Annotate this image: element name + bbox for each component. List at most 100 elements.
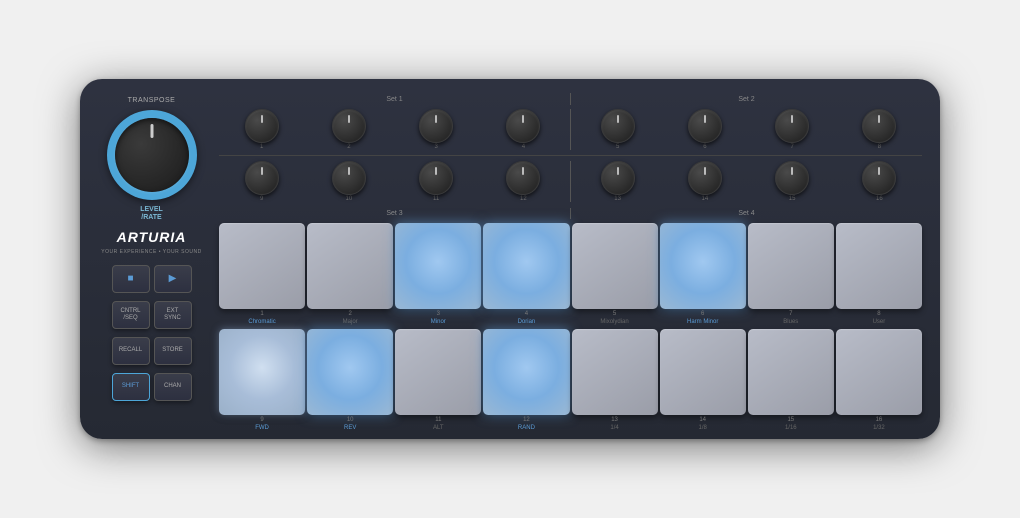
knob-item-14: 14 (662, 161, 747, 202)
knob-12[interactable] (506, 161, 540, 195)
pad-4[interactable] (483, 223, 569, 309)
play-button[interactable]: ▶ (154, 265, 192, 293)
knob-num-15: 15 (789, 196, 796, 202)
knob-3[interactable] (419, 109, 453, 143)
pad-10[interactable] (307, 329, 393, 415)
pad-label-blues: Blues (783, 319, 798, 325)
knob-num-9: 9 (260, 196, 263, 202)
pad-2[interactable] (307, 223, 393, 309)
knob-section-divider (219, 155, 922, 156)
pad-3[interactable] (395, 223, 481, 309)
pad-item-5: 5 Mixolydian (572, 223, 658, 325)
pad-5[interactable] (572, 223, 658, 309)
knob-row1-divider (570, 109, 571, 150)
knob-item-2: 2 (306, 109, 391, 150)
knob-15[interactable] (775, 161, 809, 195)
pad-label-dorian: Dorian (518, 319, 536, 325)
pad-label-1-16: 1/16 (785, 425, 797, 431)
chan-button[interactable]: CHAN (154, 373, 192, 401)
pad-11[interactable] (395, 329, 481, 415)
pad-num-13: 13 (611, 417, 618, 423)
pad-item-14: 14 1/8 (660, 329, 746, 431)
knob-item-11: 11 (394, 161, 479, 202)
pad-item-15: 15 1/16 (748, 329, 834, 431)
knob-10[interactable] (332, 161, 366, 195)
shift-button[interactable]: SHIFT (112, 373, 150, 401)
recall-label: RECALL (119, 347, 142, 354)
pad-16[interactable] (836, 329, 922, 415)
knob-8[interactable] (862, 109, 896, 143)
pad-label-fwd: FWD (255, 425, 269, 431)
knob-item-13: 13 (575, 161, 660, 202)
pad-15[interactable] (748, 329, 834, 415)
knob-row-1: 1 2 3 4 (219, 109, 922, 150)
pad-item-12: 12 RAND (483, 329, 569, 431)
pad-item-3: 3 Minor (395, 223, 481, 325)
arturia-logo: ARTURIA (117, 229, 187, 245)
ext-sync-label: EXTSYNC (164, 308, 181, 322)
pad-label-alt: ALT (433, 425, 444, 431)
knob-item-7: 7 (750, 109, 835, 150)
pad-num-5: 5 (613, 311, 616, 317)
ext-sync-button[interactable]: EXTSYNC (154, 301, 192, 329)
knob-1[interactable] (245, 109, 279, 143)
stop-button[interactable]: ■ (112, 265, 150, 293)
knob-item-15: 15 (750, 161, 835, 202)
shift-chan-row: SHIFT CHAN (112, 373, 192, 401)
knob-group-13-16: 13 14 15 16 (575, 161, 922, 202)
pad-label-harm-minor: Harm Minor (687, 319, 718, 325)
pad-8[interactable] (836, 223, 922, 309)
knob-2[interactable] (332, 109, 366, 143)
recall-button[interactable]: RECALL (112, 337, 150, 365)
pad-num-14: 14 (699, 417, 706, 423)
knob-5[interactable] (601, 109, 635, 143)
pad-num-3: 3 (437, 311, 440, 317)
chan-label: CHAN (164, 383, 181, 390)
knob-row-2: 9 10 11 12 (219, 161, 922, 202)
arturia-tagline: YOUR EXPERIENCE • YOUR SOUND (101, 249, 201, 255)
pad-13[interactable] (572, 329, 658, 415)
set1-label: Set 1 (386, 96, 402, 103)
pad-label-rev: REV (344, 425, 356, 431)
knob-num-1: 1 (260, 144, 263, 150)
knob-16[interactable] (862, 161, 896, 195)
pad-14[interactable] (660, 329, 746, 415)
pad-row-1: 1 Chromatic 2 Major 3 Minor (219, 223, 922, 325)
cntrl-seq-button[interactable]: CNTRL/SEQ (112, 301, 150, 329)
knob-4[interactable] (506, 109, 540, 143)
knob-item-4: 4 (481, 109, 566, 150)
pad-item-13: 13 1/4 (572, 329, 658, 431)
pad-item-10: 10 REV (307, 329, 393, 431)
pad-item-7: 7 Blues (748, 223, 834, 325)
knob-item-6: 6 (662, 109, 747, 150)
pad-1[interactable] (219, 223, 305, 309)
knob-11[interactable] (419, 161, 453, 195)
store-button[interactable]: STORE (154, 337, 192, 365)
knob-num-7: 7 (790, 144, 793, 150)
pad-6[interactable] (660, 223, 746, 309)
knob-13[interactable] (601, 161, 635, 195)
knob-7[interactable] (775, 109, 809, 143)
knob-num-8: 8 (878, 144, 881, 150)
knob-num-6: 6 (703, 144, 706, 150)
knob-14[interactable] (688, 161, 722, 195)
knob-item-1: 1 (219, 109, 304, 150)
pad-label-1-4: 1/4 (610, 425, 618, 431)
pad-12[interactable] (483, 329, 569, 415)
pad-7[interactable] (748, 223, 834, 309)
knob-item-10: 10 (306, 161, 391, 202)
big-knob-area (107, 110, 197, 200)
recall-store-row: RECALL STORE (112, 337, 192, 365)
knob-6[interactable] (688, 109, 722, 143)
knob-num-12: 12 (520, 196, 527, 202)
arturia-device: Transpose LEVEL/RATE ARTURIA YOUR EXPERI… (80, 79, 940, 439)
pad-label-chromatic: Chromatic (248, 319, 275, 325)
transpose-knob[interactable] (115, 118, 189, 192)
knob-num-16: 16 (876, 196, 883, 202)
knob-9[interactable] (245, 161, 279, 195)
pad-item-4: 4 Dorian (483, 223, 569, 325)
level-rate-label: LEVEL/RATE (140, 206, 163, 223)
pads-section: Set 3 Set 4 1 Chromatic 2 (219, 208, 922, 431)
pad-num-12: 12 (523, 417, 530, 423)
pad-9[interactable] (219, 329, 305, 415)
